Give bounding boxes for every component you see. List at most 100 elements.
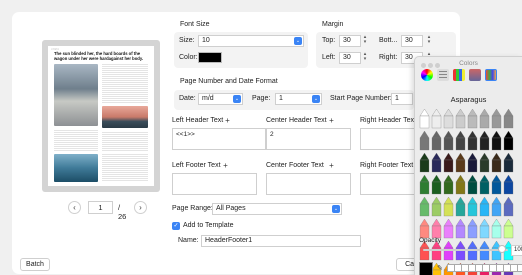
previous-page-button[interactable]: ‹: [68, 201, 81, 214]
page-format-select[interactable]: 1 ⌄: [275, 93, 322, 105]
crayon-tip[interactable]: [443, 152, 454, 161]
crayon-tip[interactable]: [467, 130, 478, 139]
opacity-slider-knob[interactable]: [498, 245, 506, 253]
crayon[interactable]: [491, 159, 502, 173]
crayon-tip[interactable]: [443, 108, 454, 117]
crayon-tip[interactable]: [455, 152, 466, 161]
crayon-tip[interactable]: [503, 130, 514, 139]
next-page-button[interactable]: ›: [134, 201, 147, 214]
crayon[interactable]: [503, 115, 514, 129]
crayon[interactable]: [419, 115, 430, 129]
center-header-text[interactable]: 2: [266, 128, 351, 150]
crayon-tip[interactable]: [503, 174, 514, 183]
crayon-tip[interactable]: [491, 196, 502, 205]
crayon[interactable]: [455, 115, 466, 129]
font-size-select[interactable]: 10 ⌄: [198, 35, 304, 47]
add-left-footer-icon[interactable]: +: [221, 161, 230, 170]
crayon[interactable]: [443, 203, 454, 217]
margin-left-input[interactable]: 30: [339, 52, 361, 64]
crayon[interactable]: [419, 159, 430, 173]
crayon-tip[interactable]: [467, 174, 478, 183]
font-color-well[interactable]: [198, 52, 222, 63]
crayon[interactable]: [467, 203, 478, 217]
crayon[interactable]: [491, 115, 502, 129]
crayon-tip[interactable]: [503, 218, 514, 227]
crayon-tip[interactable]: [419, 174, 430, 183]
current-color-well[interactable]: [419, 262, 433, 275]
crayon-tip[interactable]: [467, 218, 478, 227]
crayon-tip[interactable]: [443, 218, 454, 227]
crayon[interactable]: [419, 137, 430, 151]
left-header-text[interactable]: <<1>>: [172, 128, 266, 150]
crayon-tip[interactable]: [467, 196, 478, 205]
crayon-tip[interactable]: [455, 130, 466, 139]
add-to-template-checkbox[interactable]: ✓: [172, 222, 180, 230]
add-left-header-icon[interactable]: +: [223, 116, 232, 125]
crayon-tip[interactable]: [419, 152, 430, 161]
eyedropper-icon[interactable]: ✎: [437, 264, 443, 272]
crayon-tip[interactable]: [467, 240, 478, 249]
crayon[interactable]: [443, 137, 454, 151]
crayon[interactable]: [479, 115, 490, 129]
crayon[interactable]: [491, 181, 502, 195]
crayon[interactable]: [455, 181, 466, 195]
start-page-input[interactable]: 1: [391, 93, 413, 105]
margin-bottom-stepper[interactable]: ▴ ▾: [426, 35, 432, 47]
crayon-tip[interactable]: [431, 218, 442, 227]
crayon-tip[interactable]: [503, 108, 514, 117]
crayon-tip[interactable]: [443, 130, 454, 139]
crayon[interactable]: [431, 159, 442, 173]
current-page-input[interactable]: 1: [88, 201, 113, 214]
crayon-tip[interactable]: [455, 174, 466, 183]
crayon[interactable]: [503, 203, 514, 217]
crayon[interactable]: [467, 115, 478, 129]
date-format-select[interactable]: m/d ⌄: [198, 93, 243, 105]
crayon[interactable]: [443, 181, 454, 195]
crayon-tip[interactable]: [479, 130, 490, 139]
opacity-slider[interactable]: [423, 249, 508, 251]
crayon-tip[interactable]: [503, 152, 514, 161]
crayon[interactable]: [491, 137, 502, 151]
crayon[interactable]: [431, 181, 442, 195]
crayon-tip[interactable]: [419, 130, 430, 139]
crayon[interactable]: [455, 203, 466, 217]
crayon-tip[interactable]: [443, 240, 454, 249]
crayon-tip[interactable]: [443, 196, 454, 205]
crayon-tip[interactable]: [431, 196, 442, 205]
template-name-input[interactable]: HeaderFooter1: [201, 235, 361, 247]
crayon[interactable]: [503, 181, 514, 195]
right-footer-text[interactable]: [360, 173, 420, 195]
crayon-tip[interactable]: [479, 218, 490, 227]
crayon-tip[interactable]: [443, 174, 454, 183]
add-center-header-icon[interactable]: +: [327, 116, 336, 125]
crayon-tip[interactable]: [479, 240, 490, 249]
crayon[interactable]: [503, 225, 514, 239]
crayon[interactable]: [431, 203, 442, 217]
batch-button[interactable]: Batch: [20, 258, 50, 271]
crayon-tip[interactable]: [419, 218, 430, 227]
opacity-value[interactable]: 100%: [511, 245, 522, 256]
crayon-tip[interactable]: [455, 240, 466, 249]
crayon[interactable]: [467, 225, 478, 239]
margin-left-stepper[interactable]: ▴ ▾: [362, 52, 368, 64]
crayon[interactable]: [491, 225, 502, 239]
crayon[interactable]: [467, 181, 478, 195]
margin-top-input[interactable]: 30: [339, 35, 361, 47]
crayon[interactable]: [503, 159, 514, 173]
crayon[interactable]: [467, 137, 478, 151]
crayon-tip[interactable]: [431, 174, 442, 183]
crayon[interactable]: [455, 137, 466, 151]
crayon-tip[interactable]: [431, 130, 442, 139]
crayon[interactable]: [443, 115, 454, 129]
crayon[interactable]: [443, 225, 454, 239]
crayon[interactable]: [479, 137, 490, 151]
crayon[interactable]: [503, 137, 514, 151]
crayon-tip[interactable]: [467, 152, 478, 161]
crayon-tip[interactable]: [455, 218, 466, 227]
left-footer-text[interactable]: [172, 173, 257, 195]
color-sliders-icon[interactable]: [437, 69, 449, 81]
crayon[interactable]: [479, 203, 490, 217]
crayon[interactable]: [479, 181, 490, 195]
crayon-tip[interactable]: [491, 174, 502, 183]
margin-top-stepper[interactable]: ▴ ▾: [362, 35, 368, 47]
